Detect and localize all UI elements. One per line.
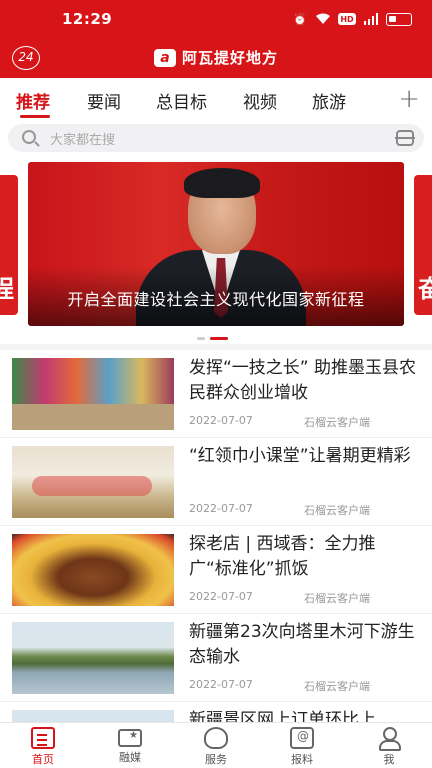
report-icon bbox=[290, 727, 314, 749]
tab-video[interactable]: 视频 bbox=[243, 88, 277, 113]
nav-label: 首页 bbox=[32, 753, 54, 766]
alarm-icon: ⏰ bbox=[293, 12, 307, 26]
wifi-icon bbox=[315, 11, 331, 27]
news-title: 探老店 | 西域香：全力推广“标准化”抓饭 bbox=[189, 534, 376, 579]
news-thumbnail bbox=[12, 446, 174, 518]
brand: a 阿瓦提好地方 bbox=[154, 47, 278, 68]
news-date: 2022-07-07 bbox=[189, 678, 253, 691]
news-title: “红领巾小课堂”让暑期更精彩 bbox=[189, 446, 411, 466]
next-slide-peek-text: 奋 bbox=[418, 275, 432, 303]
battery-icon bbox=[386, 12, 412, 26]
banner-slide[interactable]: 开启全面建设社会主义现代化国家新征程 bbox=[28, 162, 404, 326]
nav-service[interactable]: 服务 bbox=[186, 727, 246, 767]
app-header: 24 a 阿瓦提好地方 bbox=[0, 40, 432, 78]
search-input[interactable]: 大家都在搜 bbox=[50, 129, 115, 148]
status-bar: 12:29 ⏰ HD bbox=[0, 0, 432, 40]
nav-report[interactable]: 报料 bbox=[272, 727, 332, 767]
media-icon bbox=[118, 729, 142, 747]
status-time: 12:29 bbox=[62, 10, 113, 28]
prev-slide-peek-text: 程 bbox=[0, 275, 14, 303]
news-date: 2022-07-07 bbox=[189, 414, 253, 427]
news-item[interactable]: 探老店 | 西域香：全力推广“标准化”抓饭 2022-07-07 石榴云客户端 bbox=[0, 526, 432, 614]
news-thumbnail bbox=[12, 534, 174, 606]
nav-home[interactable]: 首页 bbox=[13, 727, 73, 767]
news-thumbnail bbox=[12, 358, 174, 430]
tab-headlines[interactable]: 要闻 bbox=[87, 88, 121, 113]
nav-label: 融媒 bbox=[119, 751, 141, 764]
tab-travel[interactable]: 旅游 bbox=[312, 88, 346, 113]
news-title: 新疆第23次向塔里木河下游生态输水 bbox=[189, 622, 415, 667]
category-tabs: 推荐 要闻 总目标 视频 旅游 + bbox=[0, 78, 432, 120]
news-item[interactable]: “红领巾小课堂”让暑期更精彩 2022-07-07 石榴云客户端 bbox=[0, 438, 432, 526]
user-icon bbox=[377, 727, 401, 751]
banner-caption: 开启全面建设社会主义现代化国家新征程 bbox=[67, 290, 365, 309]
search-bar[interactable]: 大家都在搜 bbox=[8, 124, 424, 152]
bottom-navigation: 首页 融媒 服务 报料 我 bbox=[0, 722, 432, 768]
home-news-icon bbox=[31, 727, 55, 749]
nav-label: 服务 bbox=[205, 753, 227, 766]
tab-recommend[interactable]: 推荐 bbox=[16, 88, 50, 113]
signal-icon bbox=[363, 11, 379, 27]
carousel-dot-active bbox=[210, 337, 228, 340]
news-date: 2022-07-07 bbox=[189, 502, 253, 515]
scan-icon[interactable] bbox=[395, 130, 415, 146]
nav-media[interactable]: 融媒 bbox=[100, 727, 160, 765]
search-icon bbox=[22, 130, 36, 144]
banner-carousel[interactable]: 程 开启全面建设社会主义现代化国家新征程 奋 bbox=[0, 160, 432, 330]
hd-icon: HD bbox=[338, 13, 356, 25]
nav-label: 我 bbox=[383, 753, 395, 766]
nav-me[interactable]: 我 bbox=[359, 727, 419, 767]
active-tab-indicator bbox=[20, 115, 50, 118]
brand-name: 阿瓦提好地方 bbox=[182, 49, 279, 67]
next-slide-peek[interactable]: 奋 bbox=[414, 175, 432, 315]
news-thumbnail bbox=[12, 622, 174, 694]
news-item[interactable]: 发挥“一技之长” 助推墨玉县农民群众创业增收 2022-07-07 石榴云客户端 bbox=[0, 350, 432, 438]
carousel-dot bbox=[197, 337, 205, 340]
plus-icon[interactable]: + bbox=[398, 84, 420, 114]
news-date: 2022-07-07 bbox=[189, 590, 253, 603]
news-source: 石榴云客户端 bbox=[304, 416, 370, 429]
nav-label: 报料 bbox=[291, 753, 313, 766]
news-source: 石榴云客户端 bbox=[304, 504, 370, 517]
prev-slide-peek[interactable]: 程 bbox=[0, 175, 18, 315]
service-icon bbox=[204, 727, 228, 749]
news-title: 发挥“一技之长” 助推墨玉县农民群众创业增收 bbox=[189, 358, 417, 403]
24h-badge-button[interactable]: 24 bbox=[12, 46, 40, 70]
carousel-indicator bbox=[197, 337, 228, 340]
tab-goals[interactable]: 总目标 bbox=[156, 88, 207, 113]
brand-logo-icon: a bbox=[154, 48, 176, 67]
tab-fade bbox=[370, 78, 392, 120]
status-icons: ⏰ HD bbox=[292, 11, 412, 27]
news-item[interactable]: 新疆第23次向塔里木河下游生态输水 2022-07-07 石榴云客户端 bbox=[0, 614, 432, 702]
news-source: 石榴云客户端 bbox=[304, 592, 370, 605]
news-source: 石榴云客户端 bbox=[304, 680, 370, 693]
